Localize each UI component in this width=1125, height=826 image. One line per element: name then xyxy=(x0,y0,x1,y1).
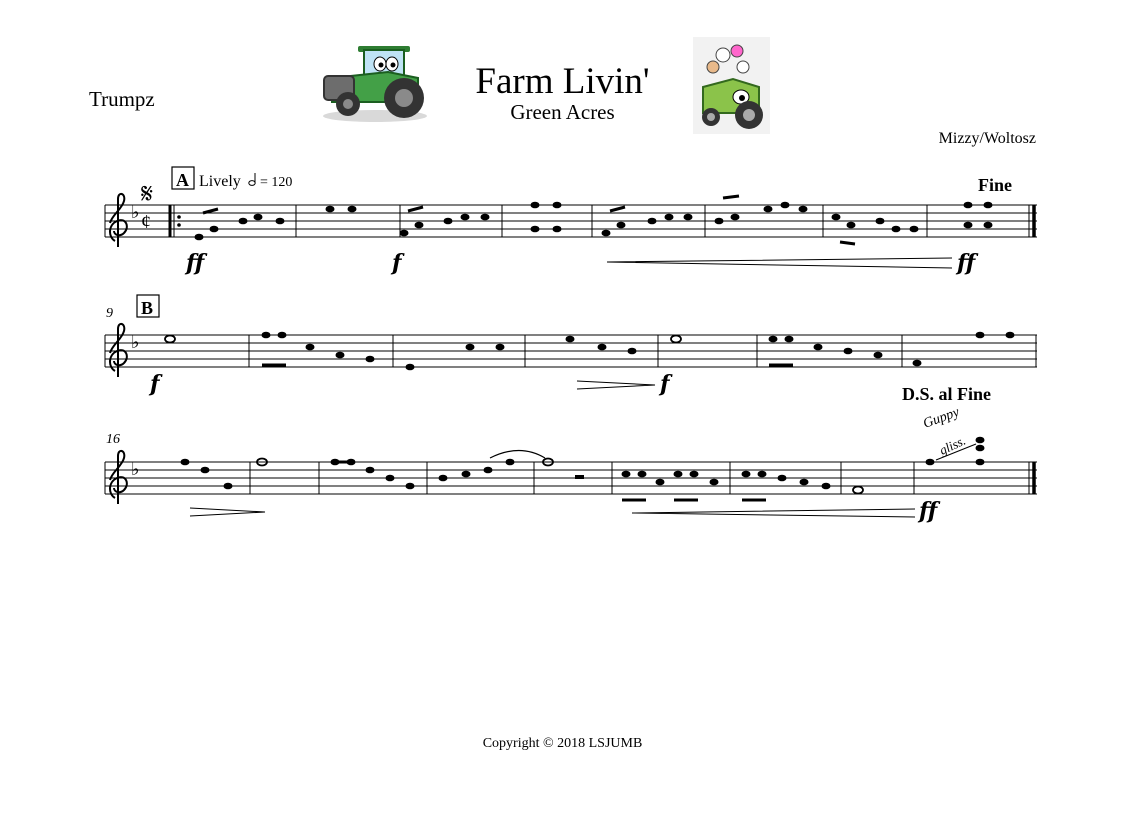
dynamic-f: f xyxy=(148,371,163,397)
crescendo-hairpin xyxy=(631,508,916,518)
flat-icon: ♭ xyxy=(131,332,140,353)
dynamic-f: f xyxy=(390,250,405,276)
segno-icon: 𝄋 xyxy=(141,177,153,210)
cut-time-icon: ¢ xyxy=(141,211,151,233)
tempo-text: Lively xyxy=(199,173,241,190)
measure-number: 16 xyxy=(106,432,120,447)
system-1: ♭ ¢ 𝄋 A Lively = 120 Fine ff f ff xyxy=(104,166,1037,276)
guppy-text: Guppy xyxy=(921,405,962,432)
treble-clef-icon xyxy=(108,322,128,378)
treble-clef-icon xyxy=(108,192,128,248)
ds-al-fine-marking: D.S. al Fine xyxy=(902,384,991,404)
rehearsal-mark-a: A xyxy=(176,170,189,190)
flat-icon: ♭ xyxy=(131,202,140,223)
treble-clef-icon xyxy=(108,449,128,505)
copyright: Copyright © 2018 LSJUMB xyxy=(482,736,643,751)
crescendo-hairpin xyxy=(606,257,953,269)
system-2: ♭ 9 B f f D.S. al Fine xyxy=(104,294,1037,404)
measure-number: 9 xyxy=(106,306,113,321)
system-3: ♭ 16 Guppy gliss. ff xyxy=(104,405,1037,524)
rehearsal-mark-b: B xyxy=(141,298,153,318)
dynamic-f: f xyxy=(658,371,673,397)
dynamic-ff: ff xyxy=(917,498,941,524)
sheet-music: ♭ ¢ 𝄋 A Lively = 120 Fine ff f ff ♭ 9 B … xyxy=(104,166,1037,524)
fine-marking: Fine xyxy=(978,175,1012,195)
dynamic-ff: ff xyxy=(184,250,208,276)
flat-icon: ♭ xyxy=(131,459,140,480)
decrescendo-hairpin xyxy=(576,380,656,390)
decrescendo-hairpin xyxy=(189,507,266,517)
tie-slur xyxy=(489,449,546,459)
tempo-value: = 120 xyxy=(260,175,292,190)
dynamic-ff: ff xyxy=(955,250,979,276)
